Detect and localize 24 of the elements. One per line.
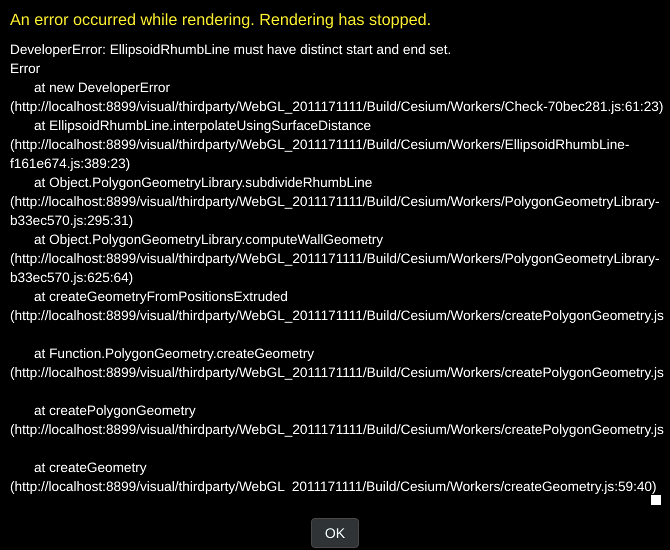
ok-button[interactable]: OK xyxy=(310,518,360,548)
stack-frame-location: (http://localhost:8899/visual/thirdparty/WebGL_2011171111/Build/Cesium/Workers/PolygonGeometryLibrary- xyxy=(10,193,661,211)
resize-grip-icon[interactable] xyxy=(651,495,661,505)
error-title: An error occurred while rendering. Rendering has stopped. xyxy=(10,10,432,31)
stack-frame-location: b33ec570.js:625:64) xyxy=(10,269,134,287)
stack-frame-call: at EllipsoidRhumbLine.interpolateUsingSurfaceDistance xyxy=(33,117,372,135)
stack-frame-call: at Object.PolygonGeometryLibrary.computeWallGeometry xyxy=(33,231,384,249)
stack-frame-location: (http://localhost:8899/visual/thirdparty/WebGL_2011171111/Build/Cesium/Workers/createPolygonGeometry.js xyxy=(10,364,665,382)
error-message: DeveloperError: EllipsoidRhumbLine must have distinct start and end set. xyxy=(10,41,452,59)
stack-frame-location: f161e674.js:389:23) xyxy=(10,155,132,173)
stack-frame-location: (http://localhost:8899/visual/thirdparty/WebGL_2011171111/Build/Cesium/Workers/createPolygonGeometry.js xyxy=(10,307,665,325)
stack-frame-location: (http://localhost:8899/visual/thirdparty/WebGL_2011171111/Build/Cesium/Workers/PolygonGeometryLibrary- xyxy=(10,250,661,268)
stack-frame-location: (http://localhost:8899/visual/thirdparty/WebGL_2011171111/Build/Cesium/Workers/EllipsoidRhumbLine- xyxy=(10,136,630,154)
stack-frame-location: (http://localhost:8899/visual/thirdparty/WebGL_2011171111/Build/Cesium/Workers/createPolygonGeometry.js xyxy=(10,421,665,439)
stack-frame-location: (http://localhost:8899/visual/thirdparty/WebGL_2011171111/Build/Cesium/Workers/Check-70bec281.js:61:23) xyxy=(10,98,664,116)
stack-frame-call: at createGeometry xyxy=(33,459,148,477)
error-label: Error xyxy=(10,60,42,78)
stack-frame-call: at createGeometryFromPositionsExtruded xyxy=(33,288,289,306)
stack-frame-call: at createPolygonGeometry xyxy=(33,402,197,420)
stack-frame-call: at Object.PolygonGeometryLibrary.subdivideRhumbLine xyxy=(33,174,374,192)
stack-frame-location: b33ec570.js:295:31) xyxy=(10,212,134,230)
stack-frame-call: at Function.PolygonGeometry.createGeometry xyxy=(33,345,316,363)
stack-frame-location: (http://localhost:8899/visual/thirdparty/WebGL 2011171111/Build/Cesium/Workers/createGeometry.js:59:40) xyxy=(10,478,658,496)
stack-frame-call: at new DeveloperError xyxy=(33,79,171,97)
